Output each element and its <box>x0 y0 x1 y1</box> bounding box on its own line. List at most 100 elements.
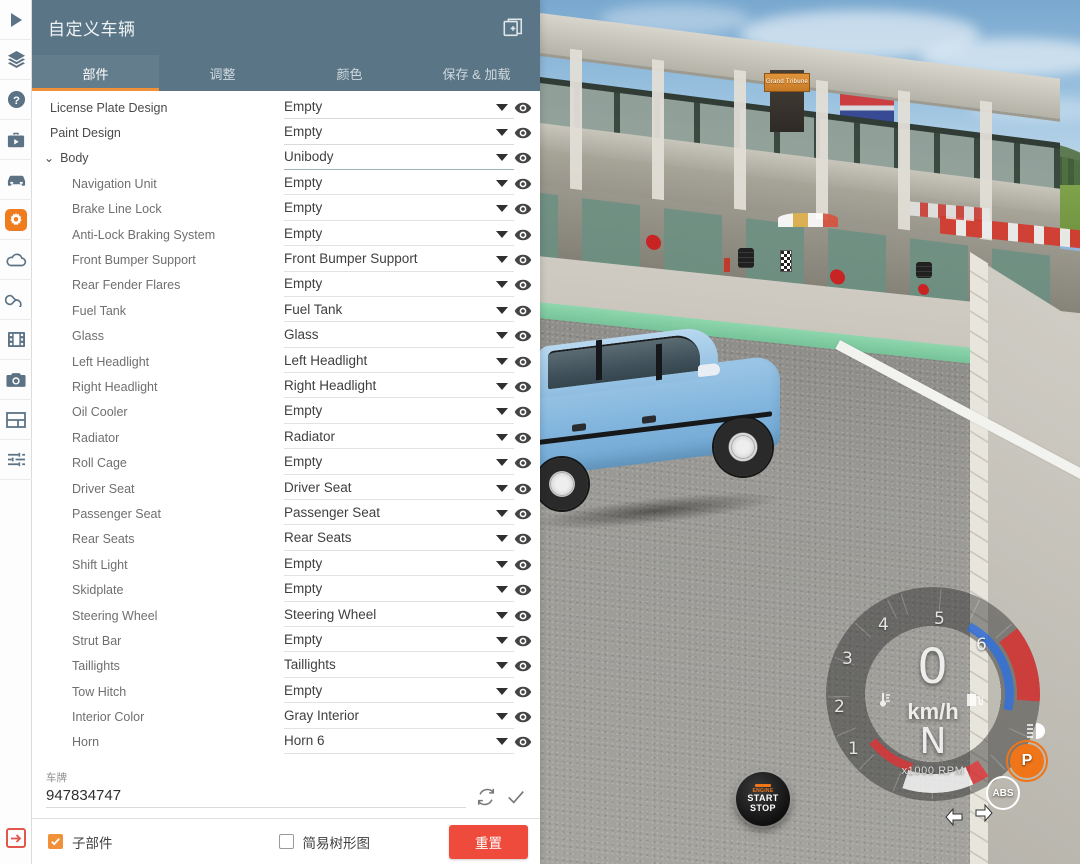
rail-item-briefcase-play[interactable] <box>0 120 32 160</box>
part-value-select[interactable]: Empty <box>284 553 514 577</box>
rail-item-layers[interactable] <box>0 40 32 80</box>
part-row[interactable]: Rear Fender Flares Empty <box>32 273 540 298</box>
visibility-eye-icon[interactable] <box>514 124 532 142</box>
dropdown-arrow-icon[interactable] <box>496 103 508 111</box>
visibility-eye-icon[interactable] <box>514 632 532 650</box>
visibility-eye-icon[interactable] <box>514 454 532 472</box>
visibility-eye-icon[interactable] <box>514 683 532 701</box>
part-row[interactable]: Fuel Tank Fuel Tank <box>32 298 540 323</box>
part-value-select[interactable]: Front Bumper Support <box>284 249 514 272</box>
part-value-select[interactable]: Horn 6 <box>284 731 514 754</box>
visibility-eye-icon[interactable] <box>514 99 532 117</box>
visibility-eye-icon[interactable] <box>514 607 532 625</box>
panel-tabs[interactable]: 部件 调整 颜色 保存 & 加载 <box>32 55 540 91</box>
dropdown-arrow-icon[interactable] <box>496 179 508 187</box>
visibility-eye-icon[interactable] <box>514 353 532 371</box>
part-value-select[interactable]: Glass <box>284 325 514 348</box>
rail-item-environment[interactable] <box>0 240 32 280</box>
visibility-eye-icon[interactable] <box>514 251 532 269</box>
parts-list[interactable]: License Plate Design Empty Paint Design Emp… <box>32 91 540 766</box>
rail-item-vehicle-config[interactable] <box>0 200 32 240</box>
part-value-select[interactable]: Unibody <box>284 147 514 170</box>
part-row[interactable]: Steering Wheel Steering Wheel <box>32 603 540 628</box>
visibility-eye-icon[interactable] <box>514 226 532 244</box>
part-row[interactable]: Skidplate Empty <box>32 577 540 602</box>
part-row[interactable]: Radiator Radiator <box>32 425 540 450</box>
part-row[interactable]: Anti-Lock Braking System Empty <box>32 222 540 247</box>
part-row[interactable]: Shift Light Empty <box>32 552 540 577</box>
part-value-select[interactable]: Right Headlight <box>284 375 514 399</box>
visibility-eye-icon[interactable] <box>514 657 532 675</box>
visibility-eye-icon[interactable] <box>514 200 532 218</box>
chevron-down-icon[interactable]: ⌄ <box>44 152 54 164</box>
rail-item-car[interactable] <box>0 160 32 200</box>
dropdown-arrow-icon[interactable] <box>496 535 508 543</box>
part-row[interactable]: Glass Glass <box>32 324 540 349</box>
checkbox-subparts-box[interactable] <box>48 834 63 849</box>
dropdown-arrow-icon[interactable] <box>496 154 508 162</box>
rail-item-replay[interactable] <box>0 320 32 360</box>
part-value-select[interactable]: Empty <box>284 274 514 297</box>
tab-save-load[interactable]: 保存 & 加载 <box>413 55 540 91</box>
visibility-eye-icon[interactable] <box>514 581 532 599</box>
dropdown-arrow-icon[interactable] <box>496 509 508 517</box>
part-value-select[interactable]: Empty <box>284 629 514 653</box>
part-value-select[interactable]: Left Headlight <box>284 350 514 374</box>
rail-item-exit[interactable] <box>0 818 32 858</box>
part-row[interactable]: Rear Seats Rear Seats <box>32 527 540 552</box>
part-value-select[interactable]: Empty <box>284 452 514 475</box>
part-row[interactable]: Taillights Taillights <box>32 654 540 679</box>
dropdown-arrow-icon[interactable] <box>496 408 508 416</box>
visibility-eye-icon[interactable] <box>514 175 532 193</box>
engine-start-stop-button[interactable]: ENGINE START STOP <box>736 772 790 826</box>
part-value-select[interactable]: Passenger Seat <box>284 502 514 526</box>
dropdown-arrow-icon[interactable] <box>496 636 508 644</box>
dropdown-arrow-icon[interactable] <box>496 687 508 695</box>
part-row[interactable]: Driver Seat Driver Seat <box>32 476 540 501</box>
rail-item-settings[interactable] <box>0 440 32 480</box>
rail-item-help[interactable]: ? <box>0 80 32 120</box>
part-value-select[interactable]: Driver Seat <box>284 477 514 501</box>
visibility-eye-icon[interactable] <box>514 302 532 320</box>
part-value-select[interactable]: Empty <box>284 198 514 221</box>
new-document-icon[interactable] <box>502 17 524 39</box>
part-value-select[interactable]: Empty <box>284 122 514 145</box>
dropdown-arrow-icon[interactable] <box>496 738 508 746</box>
visibility-eye-icon[interactable] <box>514 556 532 574</box>
dropdown-arrow-icon[interactable] <box>496 382 508 390</box>
part-value-select[interactable]: Empty <box>284 579 514 602</box>
visibility-eye-icon[interactable] <box>514 505 532 523</box>
part-value-select[interactable]: Radiator <box>284 426 514 450</box>
part-row[interactable]: Paint Design Empty <box>32 120 540 145</box>
tab-color[interactable]: 颜色 <box>286 55 413 91</box>
visibility-eye-icon[interactable] <box>514 530 532 548</box>
check-icon[interactable] <box>506 787 526 807</box>
checkbox-simple-tree[interactable]: 简易树形图 <box>278 832 370 852</box>
visibility-eye-icon[interactable] <box>514 378 532 396</box>
part-row[interactable]: Roll Cage Empty <box>32 450 540 475</box>
part-row[interactable]: Interior Color Gray Interior <box>32 704 540 729</box>
dropdown-arrow-icon[interactable] <box>496 459 508 467</box>
rail-item-play[interactable] <box>0 0 32 40</box>
dropdown-arrow-icon[interactable] <box>496 205 508 213</box>
part-value-select[interactable]: Empty <box>284 401 514 424</box>
dropdown-arrow-icon[interactable] <box>496 611 508 619</box>
part-value-select[interactable]: Empty <box>284 96 514 120</box>
visibility-eye-icon[interactable] <box>514 708 532 726</box>
part-value-select[interactable]: Empty <box>284 680 514 704</box>
part-row[interactable]: ⌄ Body Unibody <box>32 146 540 171</box>
part-value-select[interactable]: Fuel Tank <box>284 299 514 323</box>
part-value-select[interactable]: Empty <box>284 172 514 196</box>
visibility-eye-icon[interactable] <box>514 149 532 167</box>
dropdown-arrow-icon[interactable] <box>496 230 508 238</box>
visibility-eye-icon[interactable] <box>514 276 532 294</box>
part-row[interactable]: Left Headlight Left Headlight <box>32 349 540 374</box>
dropdown-arrow-icon[interactable] <box>496 560 508 568</box>
checkbox-subparts[interactable]: 子部件 <box>48 832 113 852</box>
dropdown-arrow-icon[interactable] <box>496 256 508 264</box>
part-row[interactable]: Navigation Unit Empty <box>32 171 540 196</box>
dropdown-arrow-icon[interactable] <box>496 281 508 289</box>
left-icon-rail[interactable]: ? <box>0 0 32 864</box>
rail-item-screenshot[interactable] <box>0 360 32 400</box>
rail-item-layout[interactable] <box>0 400 32 440</box>
